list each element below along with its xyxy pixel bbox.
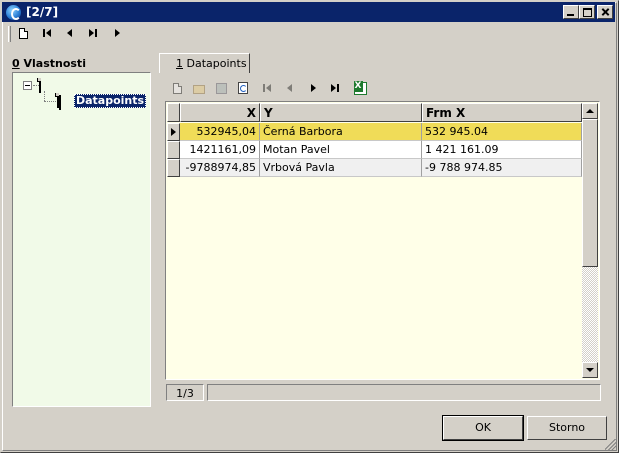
tree-root-node[interactable] (39, 78, 41, 93)
table-row[interactable]: 532945,04 Černá Barbora 532 945.04 (167, 123, 582, 141)
next-record-button[interactable] (108, 25, 126, 41)
document-icon (39, 78, 41, 93)
cell-y[interactable]: Motan Pavel (260, 141, 422, 159)
datapoints-grid[interactable]: X Y Frm X 532945,04 Černá Barbora 532 94… (165, 101, 600, 380)
last-icon (331, 84, 339, 92)
refresh-icon (238, 82, 248, 94)
documents-icon (57, 93, 59, 108)
scroll-down-button[interactable] (582, 362, 598, 378)
column-header-x[interactable]: X (180, 103, 260, 122)
minimize-button[interactable] (563, 5, 579, 19)
next-icon (310, 84, 316, 92)
window-title: [2/7] (26, 5, 59, 19)
cell-y[interactable]: Černá Barbora (260, 123, 422, 141)
tab-accel-key: 1 (176, 57, 183, 70)
grid-save-button[interactable] (212, 80, 230, 96)
properties-accel-key: 0 (12, 57, 20, 70)
save-icon (215, 82, 227, 94)
tree-child-icon (57, 93, 59, 108)
resize-grip[interactable] (605, 439, 616, 450)
first-record-button[interactable] (38, 25, 56, 41)
grid-rows: 532945,04 Černá Barbora 532 945.04 14211… (167, 123, 582, 177)
arrow-down-icon (586, 368, 594, 372)
column-header-y[interactable]: Y (260, 103, 422, 122)
table-row[interactable]: -9788974,85 Vrbová Pavla -9 788 974.85 (167, 159, 582, 177)
main-toolbar (8, 24, 148, 42)
excel-icon (353, 80, 367, 95)
new-record-button[interactable] (14, 25, 32, 41)
cell-y[interactable]: Vrbová Pavla (260, 159, 422, 177)
scroll-thumb[interactable] (582, 119, 598, 267)
next-icon (114, 29, 120, 37)
tree-node-datapoints[interactable]: Datapoints (74, 94, 147, 108)
tab-datapoints[interactable]: 1 Datapoints (159, 53, 250, 73)
table-row[interactable]: 1421161,09 Motan Pavel 1 421 161.09 (167, 141, 582, 159)
record-position: 1/3 (166, 384, 204, 401)
grid-open-button[interactable] (190, 80, 208, 96)
grid-previous-button[interactable] (280, 80, 298, 96)
first-icon (263, 84, 271, 92)
tab-label: Datapoints (183, 57, 247, 70)
app-icon (6, 5, 21, 20)
title-bar[interactable]: [2/7] (2, 2, 615, 22)
grid-header: X Y Frm X (167, 103, 582, 122)
previous-icon (286, 84, 292, 92)
grid-new-button[interactable] (168, 80, 186, 96)
maximize-button[interactable] (579, 5, 595, 19)
tree-collapse-toggle[interactable] (23, 81, 32, 90)
vertical-scrollbar[interactable] (582, 103, 598, 378)
current-row-icon (171, 128, 176, 136)
first-icon (43, 29, 51, 37)
properties-label: 0 Vlastnosti (12, 57, 86, 70)
previous-record-button[interactable] (60, 25, 78, 41)
cell-x[interactable]: -9788974,85 (180, 159, 260, 177)
new-document-icon (172, 82, 182, 94)
grid-first-button[interactable] (258, 80, 276, 96)
grid-next-button[interactable] (304, 80, 322, 96)
grid-toolbar (168, 79, 378, 97)
cell-frm-x[interactable]: -9 788 974.85 (422, 159, 582, 177)
grid-refresh-button[interactable] (234, 80, 252, 96)
scroll-up-button[interactable] (582, 103, 598, 119)
row-indicator[interactable] (167, 123, 180, 141)
properties-label-text: Vlastnosti (19, 57, 86, 70)
grid-last-button[interactable] (326, 80, 344, 96)
status-bar (207, 384, 601, 401)
new-document-icon (18, 27, 28, 39)
cell-x[interactable]: 1421161,09 (180, 141, 260, 159)
tree-connector (44, 91, 45, 101)
folder-open-icon (193, 84, 205, 94)
cell-frm-x[interactable]: 1 421 161.09 (422, 141, 582, 159)
properties-tree[interactable]: Datapoints (12, 72, 151, 407)
column-header-frm-x[interactable]: Frm X (422, 103, 582, 122)
previous-icon (66, 29, 72, 37)
last-icon (89, 29, 97, 37)
row-indicator[interactable] (167, 141, 180, 159)
arrow-up-icon (586, 109, 594, 113)
cell-frm-x[interactable]: 532 945.04 (422, 123, 582, 141)
tree-connector (44, 101, 56, 102)
close-button[interactable] (597, 5, 613, 19)
cell-x[interactable]: 532945,04 (180, 123, 260, 141)
toolbar-grip[interactable] (8, 26, 11, 42)
ok-button[interactable]: OK (442, 415, 524, 441)
export-excel-button[interactable] (351, 80, 369, 96)
row-indicator[interactable] (167, 159, 180, 177)
last-record-button[interactable] (84, 25, 102, 41)
header-indicator[interactable] (167, 103, 180, 122)
cancel-button[interactable]: Storno (527, 416, 607, 440)
